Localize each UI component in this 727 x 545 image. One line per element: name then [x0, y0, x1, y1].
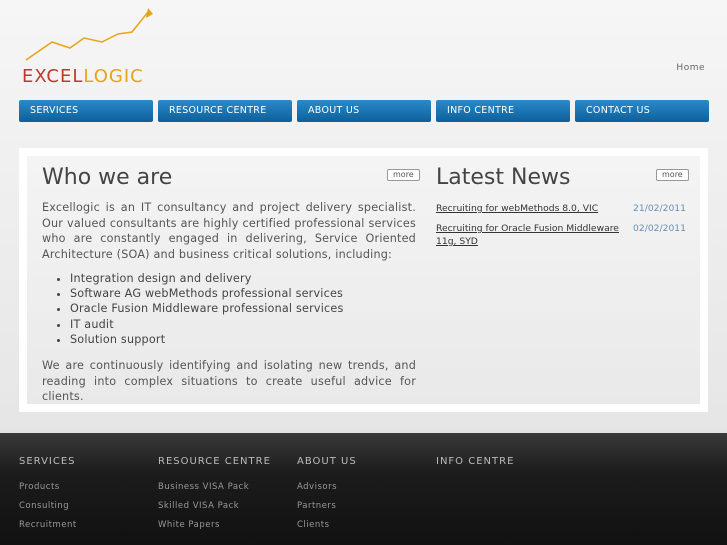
- footer-column-services: SERVICES Products Consulting Recruitment: [19, 456, 77, 539]
- list-item: Software AG webMethods professional serv…: [70, 286, 344, 301]
- main-nav: SERVICES RESOURCE CENTRE ABOUT US INFO C…: [19, 100, 709, 122]
- services-list: Integration design and delivery Software…: [52, 271, 344, 347]
- who-we-are-title: Who we are: [42, 165, 173, 190]
- footer-heading: RESOURCE CENTRE: [158, 456, 271, 467]
- footer-link-skilled-visa[interactable]: Skilled VISA Pack: [158, 501, 271, 520]
- news-item: Recruiting for Oracle Fusion Middleware …: [436, 222, 686, 248]
- footer-heading: INFO CENTRE: [436, 456, 515, 467]
- nav-services[interactable]: SERVICES: [19, 100, 153, 122]
- logo[interactable]: EXCELLOGIC: [22, 8, 182, 87]
- footer-link-advisors[interactable]: Advisors: [297, 482, 357, 501]
- who-we-are-intro: Excellogic is an IT consultancy and proj…: [42, 201, 416, 261]
- footer-column-about-us: ABOUT US Advisors Partners Clients: [297, 456, 357, 539]
- home-link[interactable]: Home: [676, 63, 705, 73]
- nav-about-us[interactable]: ABOUT US: [297, 100, 431, 122]
- footer-column-info-centre: INFO CENTRE: [436, 456, 514, 482]
- list-item: Oracle Fusion Middleware professional se…: [70, 301, 344, 316]
- footer-link-recruitment[interactable]: Recruitment: [19, 520, 77, 539]
- news-date: 21/02/2011: [633, 203, 686, 214]
- footer-link-partners[interactable]: Partners: [297, 501, 357, 520]
- footer-column-resource-centre: RESOURCE CENTRE Business VISA Pack Skill…: [158, 456, 271, 539]
- nav-contact-us[interactable]: CONTACT US: [575, 100, 709, 122]
- news-item: Recruiting for webMethods 8.0, VIC 21/02…: [436, 202, 686, 215]
- who-we-are-more-button[interactable]: more: [387, 169, 420, 181]
- footer-link-products[interactable]: Products: [19, 482, 77, 501]
- footer-heading: SERVICES: [19, 456, 76, 467]
- news-date: 02/02/2011: [633, 223, 686, 234]
- growth-arrow-icon: [25, 8, 153, 61]
- list-item: Integration design and delivery: [70, 271, 344, 286]
- list-item: Solution support: [70, 332, 344, 347]
- latest-news-title: Latest News: [436, 165, 571, 190]
- footer-link-clients[interactable]: Clients: [297, 520, 357, 539]
- news-link[interactable]: Recruiting for Oracle Fusion Middleware …: [436, 222, 628, 248]
- logo-text-part2: LOGIC: [83, 66, 144, 87]
- nav-resource-centre[interactable]: RESOURCE CENTRE: [158, 100, 292, 122]
- footer: SERVICES Products Consulting Recruitment…: [0, 433, 727, 545]
- latest-news-more-button[interactable]: more: [656, 169, 689, 181]
- who-we-are-outro: We are continuously identifying and isol…: [42, 359, 416, 403]
- logo-text: EXCELLOGIC: [22, 66, 144, 87]
- news-link[interactable]: Recruiting for webMethods 8.0, VIC: [436, 202, 628, 215]
- footer-link-business-visa[interactable]: Business VISA Pack: [158, 482, 271, 501]
- nav-info-centre[interactable]: INFO CENTRE: [436, 100, 570, 122]
- footer-heading: ABOUT US: [297, 456, 357, 467]
- footer-link-consulting[interactable]: Consulting: [19, 501, 77, 520]
- logo-text-part1: EXCEL: [22, 66, 84, 87]
- list-item: IT audit: [70, 317, 344, 332]
- footer-link-white-papers[interactable]: White Papers: [158, 520, 271, 539]
